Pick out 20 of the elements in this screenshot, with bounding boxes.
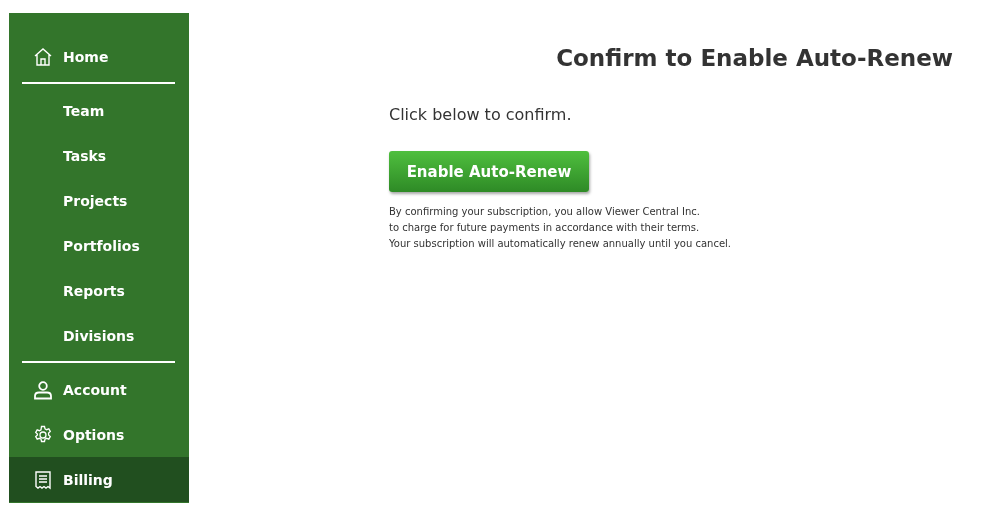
home-icon: [33, 46, 53, 67]
person-icon: [33, 379, 53, 400]
page-title: Confirm to Enable Auto-Renew: [555, 44, 953, 72]
sidebar-item[interactable]: Reports: [9, 268, 189, 313]
sidebar-item[interactable]: Account: [9, 367, 189, 412]
terms-line: Your subscription will automatically renew annually until you cancel.: [389, 237, 733, 251]
sidebar-item[interactable]: Projects: [9, 178, 189, 223]
sidebar-item[interactable]: Divisions: [9, 313, 189, 358]
terms-line: to charge for future payments in accordance with their terms.: [389, 221, 701, 235]
enable-auto-renew-button[interactable]: Enable Auto-Renew: [389, 151, 589, 192]
receipt-icon: [33, 469, 53, 490]
settings-icon: [33, 424, 53, 445]
terms-line: By confirming your subscription, you allow Viewer Central Inc.: [389, 205, 701, 219]
sidebar-item[interactable]: Home: [9, 34, 189, 79]
sidebar-item[interactable]: Tasks: [9, 133, 189, 178]
sidebar-item[interactable]: Team: [9, 88, 189, 133]
instruction-text: Click below to confirm.: [389, 105, 573, 125]
sidebar-item[interactable]: Billing: [9, 457, 189, 502]
sidebar-item[interactable]: Options: [9, 412, 189, 457]
sidebar-item[interactable]: Portfolios: [9, 223, 189, 268]
